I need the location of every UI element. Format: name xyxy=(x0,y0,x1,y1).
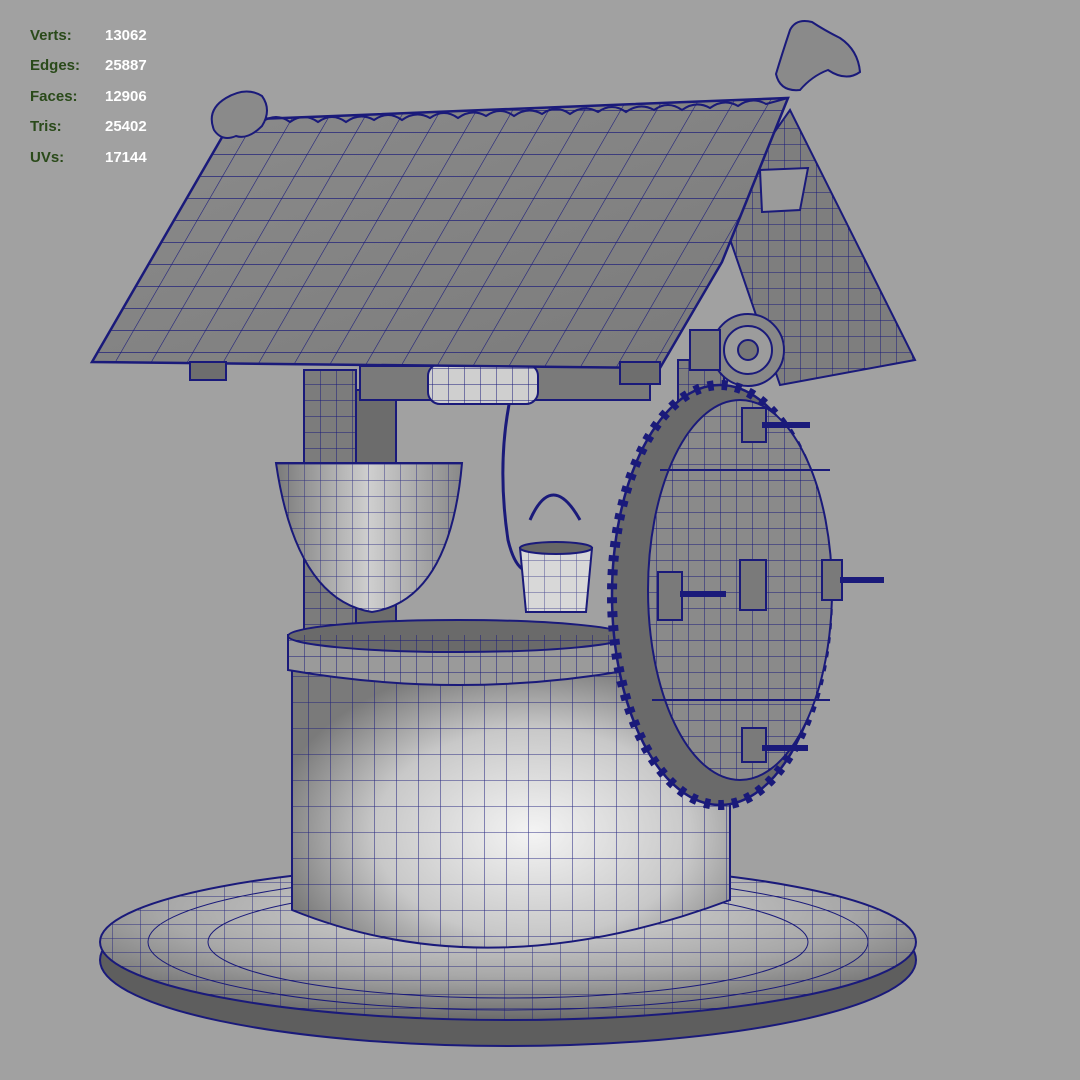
bucket[interactable] xyxy=(518,493,594,613)
hud-row-verts: Verts: 13062 xyxy=(30,20,200,51)
hud-value: 25402 xyxy=(105,118,147,136)
hud-value: 12906 xyxy=(105,87,147,105)
well-rim[interactable] xyxy=(287,619,631,686)
hud-row-tris: Tris: 25402 xyxy=(30,112,200,143)
hud-row-uvs: UVs: 17144 xyxy=(30,142,200,173)
hud-value: 13062 xyxy=(105,26,147,44)
hud-label: Verts: xyxy=(30,26,72,44)
poly-count-hud: Verts: 13062 Edges: 25887 Faces: 12906 T… xyxy=(30,20,200,173)
viewport-3d[interactable]: Verts: 13062 Edges: 25887 Faces: 12906 T… xyxy=(0,0,1080,1080)
crank-axle[interactable] xyxy=(359,363,651,405)
hud-label: Faces: xyxy=(30,87,78,105)
hud-label: UVs: xyxy=(30,148,65,166)
crank-wheel[interactable] xyxy=(607,380,843,810)
hud-label: Edges: xyxy=(30,57,81,75)
hud-value: 25887 xyxy=(105,57,147,75)
hud-label: Tris: xyxy=(30,118,62,136)
hud-row-faces: Faces: 12906 xyxy=(30,81,200,112)
hud-value: 17144 xyxy=(105,148,147,166)
hud-row-edges: Edges: 25887 xyxy=(30,51,200,82)
